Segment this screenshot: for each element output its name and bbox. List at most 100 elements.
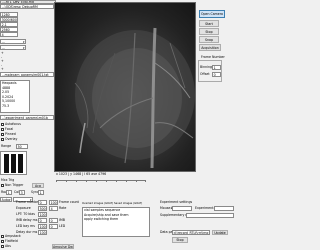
sync-field[interactable]: 1	[38, 190, 44, 195]
slider-tick	[66, 180, 67, 182]
checkbox-square[interactable]	[1, 183, 4, 187]
meter-graph	[0, 151, 27, 175]
binning-label: Binning	[200, 65, 213, 69]
experiment-label: Experiment#	[195, 206, 217, 210]
camera-image-view[interactable]	[54, 2, 196, 172]
notes-panel: Overlaid images (GOAT) Saved images (GOA…	[82, 202, 152, 242]
mode-flatfield-label: Flatfield	[5, 239, 18, 243]
slider-tick	[86, 180, 87, 182]
led-bay-field[interactable]: 100	[38, 224, 47, 229]
start-button[interactable]: Start	[199, 20, 219, 27]
mouse-field[interactable]	[172, 206, 192, 211]
notes-list[interactable]: vial samples sequence Acquire/ship and s…	[82, 207, 150, 237]
trigger-field-label: Mxx Trig	[1, 178, 15, 182]
row-col-strip: Row 1 Col 3 Sync 1	[0, 190, 54, 196]
mode-abs-label: Abs	[5, 244, 11, 248]
frame-number-param-field[interactable]: 0	[38, 200, 47, 205]
meter-bar-3	[18, 154, 23, 173]
experiment-settings: Experiment settings Mouse# Experiment# S…	[160, 200, 250, 250]
slider-tick	[96, 180, 97, 182]
non-trigger-label: Non Trigger	[1, 183, 23, 188]
brain-vasculature-image	[74, 27, 195, 169]
experiment-field[interactable]	[214, 206, 234, 211]
checkbox-overlay-label: Overlay	[5, 137, 18, 141]
lower-params: Frame number 0 Exposure 500 LPT: T0 bias…	[0, 200, 80, 250]
grid-label-5: +	[1, 67, 4, 71]
rate-field[interactable]: 4	[49, 206, 58, 211]
checkbox-focal-label: Focal	[5, 127, 14, 131]
right-panel: Open Camera Start Stop Snap Acquisition …	[196, 0, 250, 172]
slider-tick	[106, 180, 107, 182]
checkbox-square[interactable]	[1, 239, 4, 243]
checkbox-pinned[interactable]: Pinned	[1, 132, 16, 137]
frame-number-param-label: Frame number	[16, 200, 40, 204]
update-button[interactable]: Update	[212, 230, 228, 235]
led-bay-label: LED bay ms	[16, 224, 35, 228]
config-path-field[interactable]: ...mplecam_params/m001.txt	[0, 72, 54, 77]
imb-delay-label: IMB delay ms	[16, 218, 38, 222]
checkbox-focal[interactable]: Focal	[1, 127, 13, 132]
cursor-coordinates: x 1023 | y 1468 | I 65 ave 4796	[56, 172, 107, 176]
slider-tick	[136, 180, 137, 182]
combo-box-2[interactable]: ...	[0, 45, 26, 50]
experiment-title: Experiment settings	[160, 200, 193, 204]
binning-field[interactable]: 1	[212, 65, 221, 70]
acquire-button[interactable]: Acq	[32, 183, 44, 188]
checkbox-square[interactable]	[1, 234, 4, 238]
data-path-field[interactable]: d:\record_RTLf\rrr\img	[172, 230, 210, 235]
non-trigger-text: Non Trigger	[5, 183, 24, 187]
offset-label: Offset	[200, 72, 210, 76]
open-camera-button[interactable]: Open Camera	[199, 10, 225, 18]
notes-header: Overlaid images (GOAT) Saved images (GOA…	[82, 202, 143, 205]
rate-label: Rate	[59, 206, 67, 210]
checkbox-pinned-label: Pinned	[5, 132, 16, 136]
acquisition-button[interactable]: Acquisition	[199, 44, 221, 51]
led-field[interactable]: 0	[49, 224, 58, 229]
slider-tick	[116, 180, 117, 182]
checkbox-overlay[interactable]: Overlay	[1, 137, 17, 142]
mode-ampstack-label: Ampstack	[5, 234, 21, 238]
ampulse-dwell-button[interactable]: Ampulse Dwell	[52, 244, 74, 249]
delay-dur-field[interactable]: 100	[38, 230, 47, 235]
checkbox-square[interactable]	[1, 122, 4, 126]
frame-number-panel: Binning 1 Offset 0	[198, 60, 222, 82]
stop-button[interactable]: Stop	[199, 28, 219, 35]
slider-tick	[126, 180, 127, 182]
imb-delay-field[interactable]: 0	[38, 218, 47, 223]
params-output-field[interactable]: ...\experiment_params\m01b	[0, 115, 54, 120]
checkbox-square[interactable]	[1, 137, 4, 141]
snap-button[interactable]: Snap	[199, 36, 219, 43]
checkbox-square[interactable]	[1, 244, 4, 248]
mode-flatfield[interactable]: Flatfield	[1, 239, 18, 244]
meter-value-field[interactable]: 50	[16, 144, 28, 149]
row-field[interactable]: 1	[6, 190, 12, 195]
offset-field[interactable]: 0	[212, 72, 221, 77]
imb-field[interactable]: 0	[49, 218, 58, 223]
supplementary-notes-field[interactable]	[186, 213, 234, 218]
mode-abs[interactable]: Abs	[1, 244, 11, 249]
checkbox-autofocus[interactable]: Autofocus	[1, 122, 21, 127]
frame-count-label: Frame count	[59, 200, 79, 204]
frame-count-field[interactable]: 100	[49, 200, 58, 205]
checkbox-square[interactable]	[1, 127, 4, 131]
path-field[interactable]: ...\ODS\resp_DebugRM	[0, 4, 54, 9]
checkbox-square[interactable]	[1, 132, 4, 136]
slider-tick	[76, 180, 77, 182]
exposure-field[interactable]: 500	[38, 206, 47, 211]
meter-label: Range	[1, 144, 12, 148]
imb-label: IMB	[59, 218, 65, 222]
checkbox-autofocus-label: Autofocus	[5, 122, 21, 126]
frame-number-label: Frame Number	[201, 55, 225, 59]
param-field-5[interactable]: 4	[0, 32, 18, 37]
info-line-6: 75.3	[2, 103, 10, 108]
lpt-bias-label: LPT: T0 bias	[16, 212, 35, 216]
lpt-bias-field[interactable]: 100	[38, 212, 47, 217]
slider-tick	[56, 180, 57, 182]
col-field[interactable]: 3	[19, 190, 25, 195]
exposure-label: Exposure	[16, 206, 31, 210]
position-slider[interactable]	[56, 178, 146, 182]
mode-ampstack[interactable]: Ampstack	[1, 234, 21, 239]
slider-tick	[145, 180, 146, 182]
combo-box-1[interactable]: ...	[0, 39, 26, 44]
stop-recording-button[interactable]: Stop	[172, 237, 188, 243]
